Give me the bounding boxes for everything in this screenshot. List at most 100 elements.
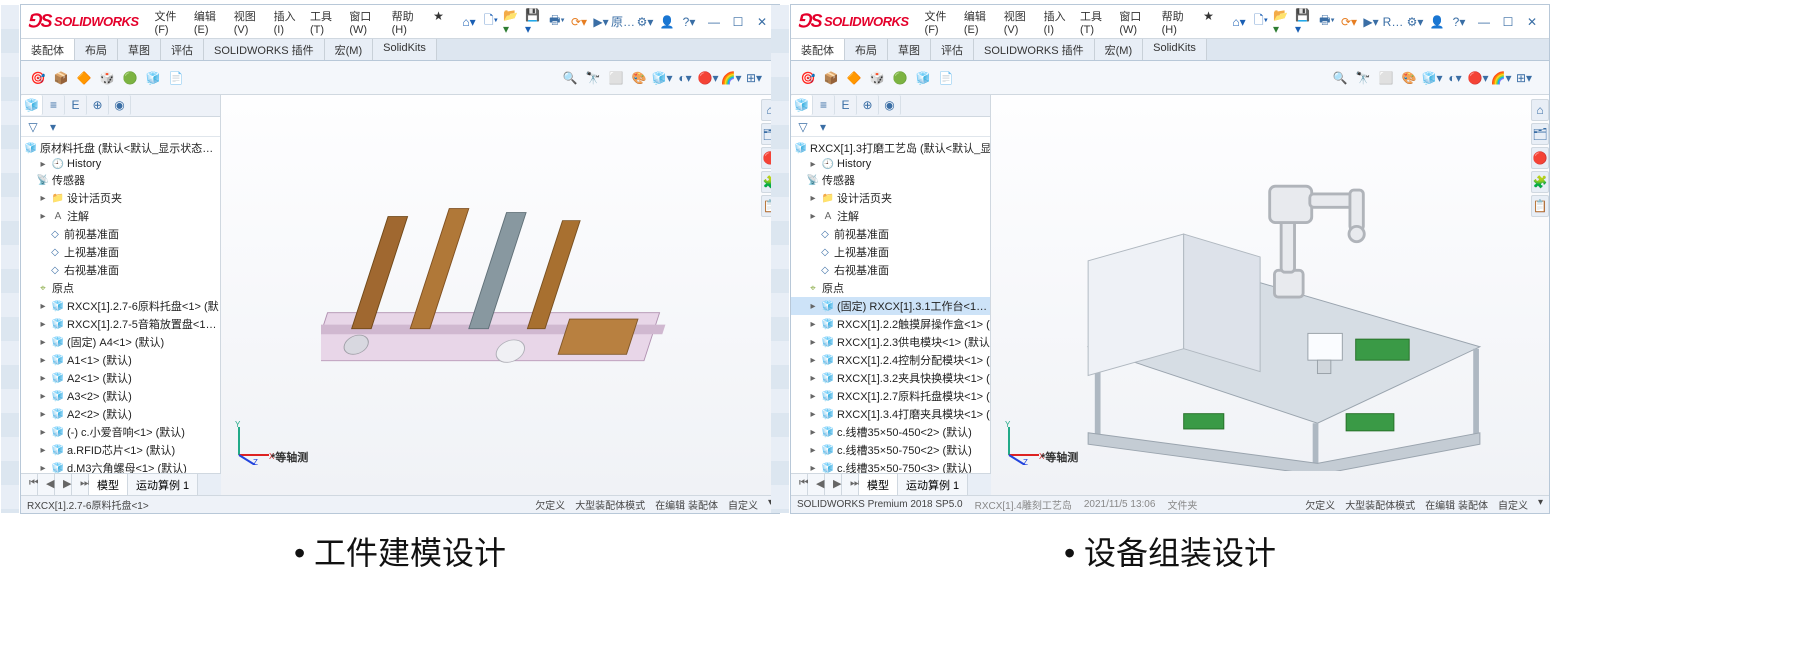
tool-icon[interactable]: 🔶 [843,67,865,89]
select-icon[interactable]: ▶▾ [591,12,611,32]
tab-addins[interactable]: SOLIDWORKS 插件 [974,39,1095,60]
tab-solidkits[interactable]: SolidKits [373,39,437,60]
options-icon[interactable]: ⚙▾ [1405,12,1425,32]
view-settings-icon[interactable]: ⊞▾ [743,67,765,89]
menu-pin-icon[interactable]: ★ [430,6,447,26]
graphics-view[interactable]: Y X Z *等轴测 ⌂ 🗂 🔴 🧩 📋 [991,95,1549,495]
open-icon[interactable]: 📂▾ [1273,12,1293,32]
menu-view[interactable]: 视图(V) [232,6,266,38]
fm-property-tab-icon[interactable]: ≡ [813,95,835,115]
tab-nav-last-icon[interactable]: ⏭ [72,474,89,495]
fm-dim-tab-icon[interactable]: ⊕ [857,95,879,115]
menu-help[interactable]: 帮助(H) [390,6,424,38]
view-icon[interactable]: 🎨 [1398,67,1420,89]
view-icon[interactable]: 🔭 [1352,67,1374,89]
tool-icon[interactable]: 🎯 [27,67,49,89]
tab-model[interactable]: 模型 [859,474,898,495]
tab-evaluate[interactable]: 评估 [161,39,204,60]
user-icon[interactable]: 👤 [657,12,677,32]
tool-icon[interactable]: 🧊 [142,67,164,89]
menu-tools[interactable]: 工具(T) [1078,6,1111,38]
search-box[interactable]: 原… [613,12,633,32]
menu-file[interactable]: 文件(F) [923,6,956,38]
fm-display-tab-icon[interactable]: ◉ [109,95,131,115]
view-orientation-icon[interactable]: 🧊▾ [651,67,673,89]
tab-assembly[interactable]: 装配体 [21,39,75,60]
scene-icon[interactable]: 🌈▾ [1490,67,1512,89]
rebuild-icon[interactable]: ⟳▾ [569,12,589,32]
user-icon[interactable]: 👤 [1427,12,1447,32]
fm-display-tab-icon[interactable]: ◉ [879,95,901,115]
tool-icon[interactable]: 📦 [820,67,842,89]
view-settings-icon[interactable]: ⊞▾ [1513,67,1535,89]
tool-icon[interactable]: 🎲 [866,67,888,89]
print-icon[interactable]: 🖶▾ [547,12,567,32]
maximize-icon[interactable]: ☐ [727,12,749,32]
tab-motion[interactable]: 运动算例 1 [898,474,968,495]
tab-layout[interactable]: 布局 [845,39,888,60]
menu-pin-icon[interactable]: ★ [1200,6,1217,26]
close-icon[interactable]: ✕ [1521,12,1543,32]
tool-icon[interactable]: 🟢 [119,67,141,89]
tab-nav-prev-icon[interactable]: ◀ [808,474,825,495]
search-box[interactable]: R… [1383,12,1403,32]
menu-file[interactable]: 文件(F) [153,6,186,38]
open-icon[interactable]: 📂▾ [503,12,523,32]
menu-help[interactable]: 帮助(H) [1160,6,1194,38]
tab-sketch[interactable]: 草图 [118,39,161,60]
tab-solidkits[interactable]: SolidKits [1143,39,1207,60]
maximize-icon[interactable]: ☐ [1497,12,1519,32]
taskpane-tab-icon[interactable]: ⌂ [1531,99,1549,121]
fm-property-tab-icon[interactable]: ≡ [43,95,65,115]
tab-nav-first-icon[interactable]: ⏮ [791,474,808,495]
menu-window[interactable]: 窗口(W) [1117,6,1153,38]
menu-edit[interactable]: 编辑(E) [962,6,996,38]
tool-icon[interactable]: 🧊 [912,67,934,89]
help-icon[interactable]: ?▾ [1449,12,1469,32]
view-icon[interactable]: 🔍 [1329,67,1351,89]
tool-icon[interactable]: 🟢 [889,67,911,89]
tab-evaluate[interactable]: 评估 [931,39,974,60]
display-style-icon[interactable]: ◐▾ [1444,67,1466,89]
home-icon[interactable]: ⌂▾ [459,12,479,32]
tool-icon[interactable]: 📄 [935,67,957,89]
tab-macro[interactable]: 宏(M) [1095,39,1144,60]
scene-icon[interactable]: 🌈▾ [720,67,742,89]
menu-window[interactable]: 窗口(W) [347,6,383,38]
menu-view[interactable]: 视图(V) [1002,6,1036,38]
fm-dim-tab-icon[interactable]: ⊕ [87,95,109,115]
select-icon[interactable]: ▶▾ [1361,12,1381,32]
view-icon[interactable]: 🎨 [628,67,650,89]
view-icon[interactable]: ⬜ [1375,67,1397,89]
save-icon[interactable]: 💾▾ [525,12,545,32]
tab-nav-last-icon[interactable]: ⏭ [842,474,859,495]
close-icon[interactable]: ✕ [751,12,773,32]
feature-tree[interactable]: 🧊RXCX[1].3打磨工艺岛 (默认<默认_显… ▸🕘History 📡传感器… [791,137,990,495]
tool-icon[interactable]: 🎲 [96,67,118,89]
fm-tree-tab-icon[interactable]: 🧊 [791,95,813,115]
home-icon[interactable]: ⌂▾ [1229,12,1249,32]
display-style-icon[interactable]: ◐▾ [674,67,696,89]
menu-tools[interactable]: 工具(T) [308,6,341,38]
tab-model[interactable]: 模型 [89,474,128,495]
tab-layout[interactable]: 布局 [75,39,118,60]
options-icon[interactable]: ⚙▾ [635,12,655,32]
tab-macro[interactable]: 宏(M) [325,39,374,60]
taskpane-tab-icon[interactable]: 🔴 [1531,147,1549,169]
rebuild-icon[interactable]: ⟳▾ [1339,12,1359,32]
save-icon[interactable]: 💾▾ [1295,12,1315,32]
tab-nav-next-icon[interactable]: ▶ [825,474,842,495]
graphics-view[interactable]: Y X Z *等轴测 ⌂ 🗂 🔴 🧩 📋 [221,95,779,495]
filter-arrow-icon[interactable]: ▾ [815,119,831,135]
print-icon[interactable]: 🖶▾ [1317,12,1337,32]
filter-arrow-icon[interactable]: ▾ [45,119,61,135]
minimize-icon[interactable]: — [1473,12,1495,32]
tab-addins[interactable]: SOLIDWORKS 插件 [204,39,325,60]
taskpane-tab-icon[interactable]: 🧩 [1531,171,1549,193]
tool-icon[interactable]: 📄 [165,67,187,89]
menu-insert[interactable]: 插入(I) [1042,6,1072,38]
appearance-icon[interactable]: 🔴▾ [1467,67,1489,89]
minimize-icon[interactable]: — [703,12,725,32]
menu-insert[interactable]: 插入(I) [272,6,302,38]
tab-sketch[interactable]: 草图 [888,39,931,60]
